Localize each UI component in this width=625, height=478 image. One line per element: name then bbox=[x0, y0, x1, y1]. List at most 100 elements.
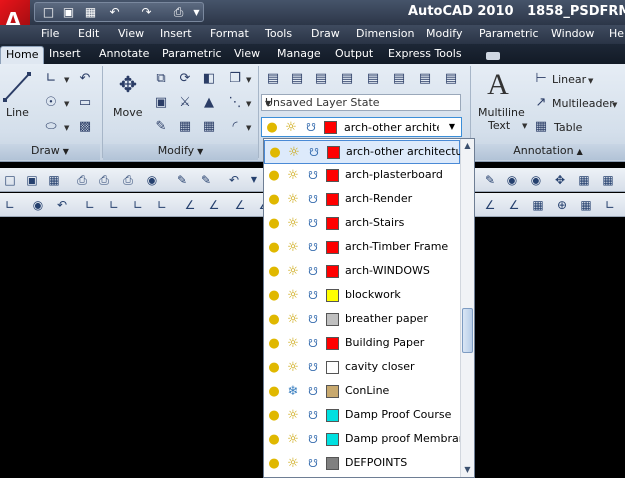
unlock-icon[interactable]: ☋ bbox=[306, 288, 320, 303]
ribbon-minimize-button[interactable] bbox=[486, 52, 500, 60]
tab-insert[interactable]: Insert bbox=[44, 46, 86, 64]
tab-manage[interactable]: Manage bbox=[272, 46, 326, 64]
layer-list-item[interactable]: ● ☼ ☋ DEFPOINTS bbox=[264, 452, 460, 476]
sun-icon[interactable]: ☼ bbox=[286, 216, 300, 231]
zoom-realtime-icon[interactable]: ◉ bbox=[504, 172, 520, 188]
offset-icon[interactable]: ▦ bbox=[200, 118, 218, 136]
move-icon[interactable]: ✥ bbox=[116, 74, 140, 98]
multiline-text-icon[interactable]: A bbox=[484, 70, 512, 100]
plot-preview-icon[interactable]: ⎙ bbox=[96, 172, 112, 188]
pan-icon[interactable]: ✎ bbox=[482, 172, 498, 188]
unlock-icon[interactable]: ☋ bbox=[306, 432, 320, 447]
light-bulb-icon[interactable]: ● bbox=[267, 336, 281, 351]
dim-baseline-icon[interactable]: ∠ bbox=[232, 197, 248, 213]
layer-color-swatch[interactable] bbox=[326, 409, 339, 422]
draw-panel-title[interactable]: Draw ▼ bbox=[0, 144, 100, 160]
layer-color-swatch[interactable] bbox=[326, 193, 339, 206]
new-icon[interactable]: □ bbox=[2, 172, 18, 188]
light-bulb-icon[interactable]: ● bbox=[267, 384, 281, 399]
layer-match-icon[interactable]: ▤ bbox=[288, 70, 306, 88]
inspection-icon[interactable]: ▦ bbox=[578, 197, 594, 213]
unlock-icon[interactable]: ☋ bbox=[306, 264, 320, 279]
light-bulb-icon[interactable]: ● bbox=[267, 432, 281, 447]
annotation-panel-title[interactable]: Annotation ▲ bbox=[471, 144, 625, 160]
tab-home[interactable]: Home bbox=[0, 46, 45, 64]
undo-icon[interactable]: ↶ bbox=[107, 5, 122, 20]
layer-color-swatch[interactable] bbox=[326, 289, 339, 302]
layer-list-scrollbar[interactable]: ▲ ▼ bbox=[460, 139, 474, 477]
scroll-down-icon[interactable]: ▼ bbox=[461, 463, 474, 476]
block-editor-icon[interactable]: ✎ bbox=[198, 172, 214, 188]
layer-color-swatch[interactable] bbox=[326, 457, 339, 470]
publish-icon[interactable]: ⎙ bbox=[120, 172, 136, 188]
qat-dropdown-icon[interactable]: ▼ bbox=[189, 5, 204, 20]
stretch-icon[interactable]: ▣ bbox=[152, 94, 170, 112]
sun-icon[interactable]: ☼ bbox=[286, 264, 300, 279]
match-properties-icon[interactable]: ✎ bbox=[174, 172, 190, 188]
scale-icon[interactable]: ✎ bbox=[152, 118, 170, 136]
plot-icon[interactable]: ⎙ bbox=[171, 5, 186, 20]
menu-modify[interactable]: Modify bbox=[426, 27, 462, 40]
new-icon[interactable]: □ bbox=[41, 5, 56, 20]
menu-edit[interactable]: Edit bbox=[78, 27, 99, 40]
layer-list-item[interactable]: ● ☼ ☋ Building Paper bbox=[264, 332, 460, 356]
layer-unisolate-icon[interactable]: ▤ bbox=[364, 70, 382, 88]
tab-parametric[interactable]: Parametric bbox=[157, 46, 227, 64]
layer-previous-icon[interactable]: ▤ bbox=[312, 70, 330, 88]
redo-icon[interactable]: ↷ bbox=[139, 5, 154, 20]
unlock-icon[interactable]: ☋ bbox=[306, 216, 320, 231]
jogged-linear-icon[interactable]: ∟ bbox=[602, 197, 618, 213]
unlock-icon[interactable]: ☋ bbox=[307, 145, 321, 160]
sun-icon[interactable]: ☼ bbox=[286, 336, 300, 351]
layer-off-icon[interactable]: ▤ bbox=[416, 70, 434, 88]
sun-icon[interactable]: ☼ bbox=[286, 408, 300, 423]
dim-aligned-icon[interactable]: ◉ bbox=[30, 197, 46, 213]
modify-panel-title[interactable]: Modify ▼ bbox=[103, 144, 258, 160]
undo-dropdown-icon[interactable]: ▼ bbox=[246, 172, 262, 188]
scrollbar-thumb[interactable] bbox=[462, 308, 473, 353]
menu-tools[interactable]: Tools bbox=[265, 27, 292, 40]
layer-list-item[interactable]: ● ☼ ☋ arch-Render bbox=[264, 188, 460, 212]
layer-control-dropdown[interactable]: ● ☼ ☋ arch-other architecture ▼ bbox=[261, 117, 462, 137]
layer-list-item[interactable]: ● ☼ ☋ breather paper bbox=[264, 308, 460, 332]
multileader-icon[interactable]: ↗ bbox=[532, 94, 550, 112]
layer-list-item[interactable]: ● ☼ ☋ arch-other architecture bbox=[264, 140, 474, 164]
sun-icon[interactable]: ☼ bbox=[286, 240, 300, 255]
layer-color-swatch[interactable] bbox=[326, 241, 339, 254]
dim-arc-icon[interactable]: ↶ bbox=[54, 197, 70, 213]
save-icon[interactable]: ▦ bbox=[83, 5, 98, 20]
dim-linear-icon[interactable]: ∟ bbox=[2, 197, 18, 213]
light-bulb-icon[interactable]: ● bbox=[267, 360, 281, 375]
unlock-icon[interactable]: ☋ bbox=[306, 192, 320, 207]
polyline-icon[interactable]: ∟ bbox=[42, 70, 60, 88]
dim-radius-icon[interactable]: ∟ bbox=[106, 197, 122, 213]
sun-icon[interactable]: ☼ bbox=[286, 360, 300, 375]
layer-color-swatch[interactable] bbox=[326, 313, 339, 326]
unlock-icon[interactable]: ☋ bbox=[306, 312, 320, 327]
snowflake-icon[interactable]: ❄ bbox=[286, 384, 300, 399]
light-bulb-icon[interactable]: ● bbox=[267, 240, 281, 255]
circle-dropdown-icon[interactable]: ▼ bbox=[64, 100, 69, 108]
light-bulb-icon[interactable]: ● bbox=[267, 264, 281, 279]
layer-list-item[interactable]: ● ☼ ☋ arch-Timber Frame bbox=[264, 236, 460, 260]
layer-list-item[interactable]: ● ☼ ☋ Damp proof Membrane bbox=[264, 428, 472, 452]
properties-icon[interactable]: ▦ bbox=[576, 172, 592, 188]
dim-quick-icon[interactable]: ∠ bbox=[206, 197, 222, 213]
arc-icon[interactable]: ↶ bbox=[76, 70, 94, 88]
layer-list-item[interactable]: ● ❄ ☋ ConLine bbox=[264, 380, 460, 404]
orbit-icon[interactable]: ✥ bbox=[552, 172, 568, 188]
tab-express-tools[interactable]: Express Tools bbox=[383, 46, 467, 64]
scroll-up-icon[interactable]: ▲ bbox=[461, 139, 474, 152]
unlock-icon[interactable]: ☋ bbox=[306, 336, 320, 351]
linear-dimension-icon[interactable]: ⊢ bbox=[532, 70, 550, 88]
open-icon[interactable]: ▣ bbox=[61, 5, 76, 20]
tab-annotate[interactable]: Annotate bbox=[94, 46, 154, 64]
layer-list-item[interactable]: ● ☼ ☋ cavity closer bbox=[264, 356, 460, 380]
dim-ordinate-icon[interactable]: ∟ bbox=[82, 197, 98, 213]
menu-dimension[interactable]: Dimension bbox=[356, 27, 414, 40]
save-icon[interactable]: ▦ bbox=[46, 172, 62, 188]
copy-icon[interactable]: ⧉ bbox=[152, 70, 170, 88]
fillet-icon[interactable]: ◜ bbox=[226, 118, 244, 136]
polyline-dropdown-icon[interactable]: ▼ bbox=[64, 76, 69, 84]
layer-list-item[interactable]: ● ☼ ☋ arch-plasterboard bbox=[264, 164, 460, 188]
